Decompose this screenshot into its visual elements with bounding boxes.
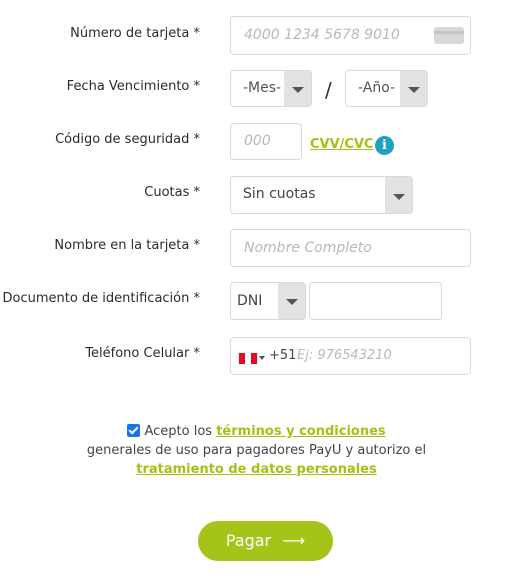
expiry-month-value: -Mes- [243, 80, 282, 96]
document-type-select[interactable]: DNI [230, 282, 306, 320]
security-code-placeholder: 000 [244, 133, 271, 149]
security-code-input[interactable]: 000 [230, 123, 302, 160]
chevron-down-icon [408, 87, 420, 93]
card-number-placeholder: 4000 1234 5678 9010 [244, 27, 400, 43]
chevron-down-icon [259, 356, 265, 360]
expiry-label: Fecha Vencimiento * [66, 79, 200, 94]
chevron-down-icon [286, 299, 298, 305]
chevron-down-icon [292, 87, 304, 93]
arrow-right-icon: ⟶ [282, 531, 306, 550]
card-number-label: Número de tarjeta * [70, 26, 200, 41]
installments-label: Cuotas * [144, 185, 200, 200]
chevron-down-icon [393, 194, 405, 200]
card-name-input[interactable]: Nombre Completo [230, 229, 471, 267]
terms-block: Acepto los términos y condiciones genera… [0, 422, 513, 479]
data-treatment-link[interactable]: tratamiento de datos personales [136, 462, 377, 477]
document-label: Documento de identificación * [2, 291, 200, 306]
expiry-month-select[interactable]: -Mes- [230, 70, 312, 107]
terms-link[interactable]: términos y condiciones [216, 424, 385, 439]
peru-flag-icon[interactable] [238, 352, 258, 365]
document-type-value: DNI [237, 293, 263, 309]
security-code-label: Código de seguridad * [55, 132, 200, 147]
phone-input[interactable]: +51 Ej: 976543210 [230, 337, 471, 375]
terms-middle-text: generales de uso para pagadores PayU y a… [86, 443, 427, 458]
expiry-year-value: -Año- [358, 80, 396, 96]
phone-placeholder: Ej: 976543210 [297, 348, 392, 363]
phone-country-code: +51 [269, 348, 297, 363]
info-icon[interactable]: i [375, 136, 394, 155]
expiry-separator: / [325, 78, 332, 102]
terms-prefix: Acepto los [144, 424, 213, 439]
cvv-help-link[interactable]: CVV/CVC [310, 137, 374, 152]
pay-button[interactable]: Pagar ⟶ [198, 521, 333, 561]
pay-button-label: Pagar [225, 531, 272, 550]
expiry-year-select[interactable]: -Año- [345, 70, 428, 107]
card-name-label: Nombre en la tarjeta * [54, 238, 200, 253]
phone-label: Teléfono Celular * [85, 346, 200, 361]
document-number-input[interactable] [309, 282, 442, 320]
check-icon [128, 424, 139, 435]
credit-card-icon [434, 27, 464, 44]
installments-value: Sin cuotas [243, 186, 316, 202]
card-number-input[interactable]: 4000 1234 5678 9010 [230, 16, 471, 55]
installments-select[interactable]: Sin cuotas [230, 176, 413, 214]
terms-checkbox[interactable] [127, 424, 141, 437]
card-name-placeholder: Nombre Completo [244, 240, 372, 256]
